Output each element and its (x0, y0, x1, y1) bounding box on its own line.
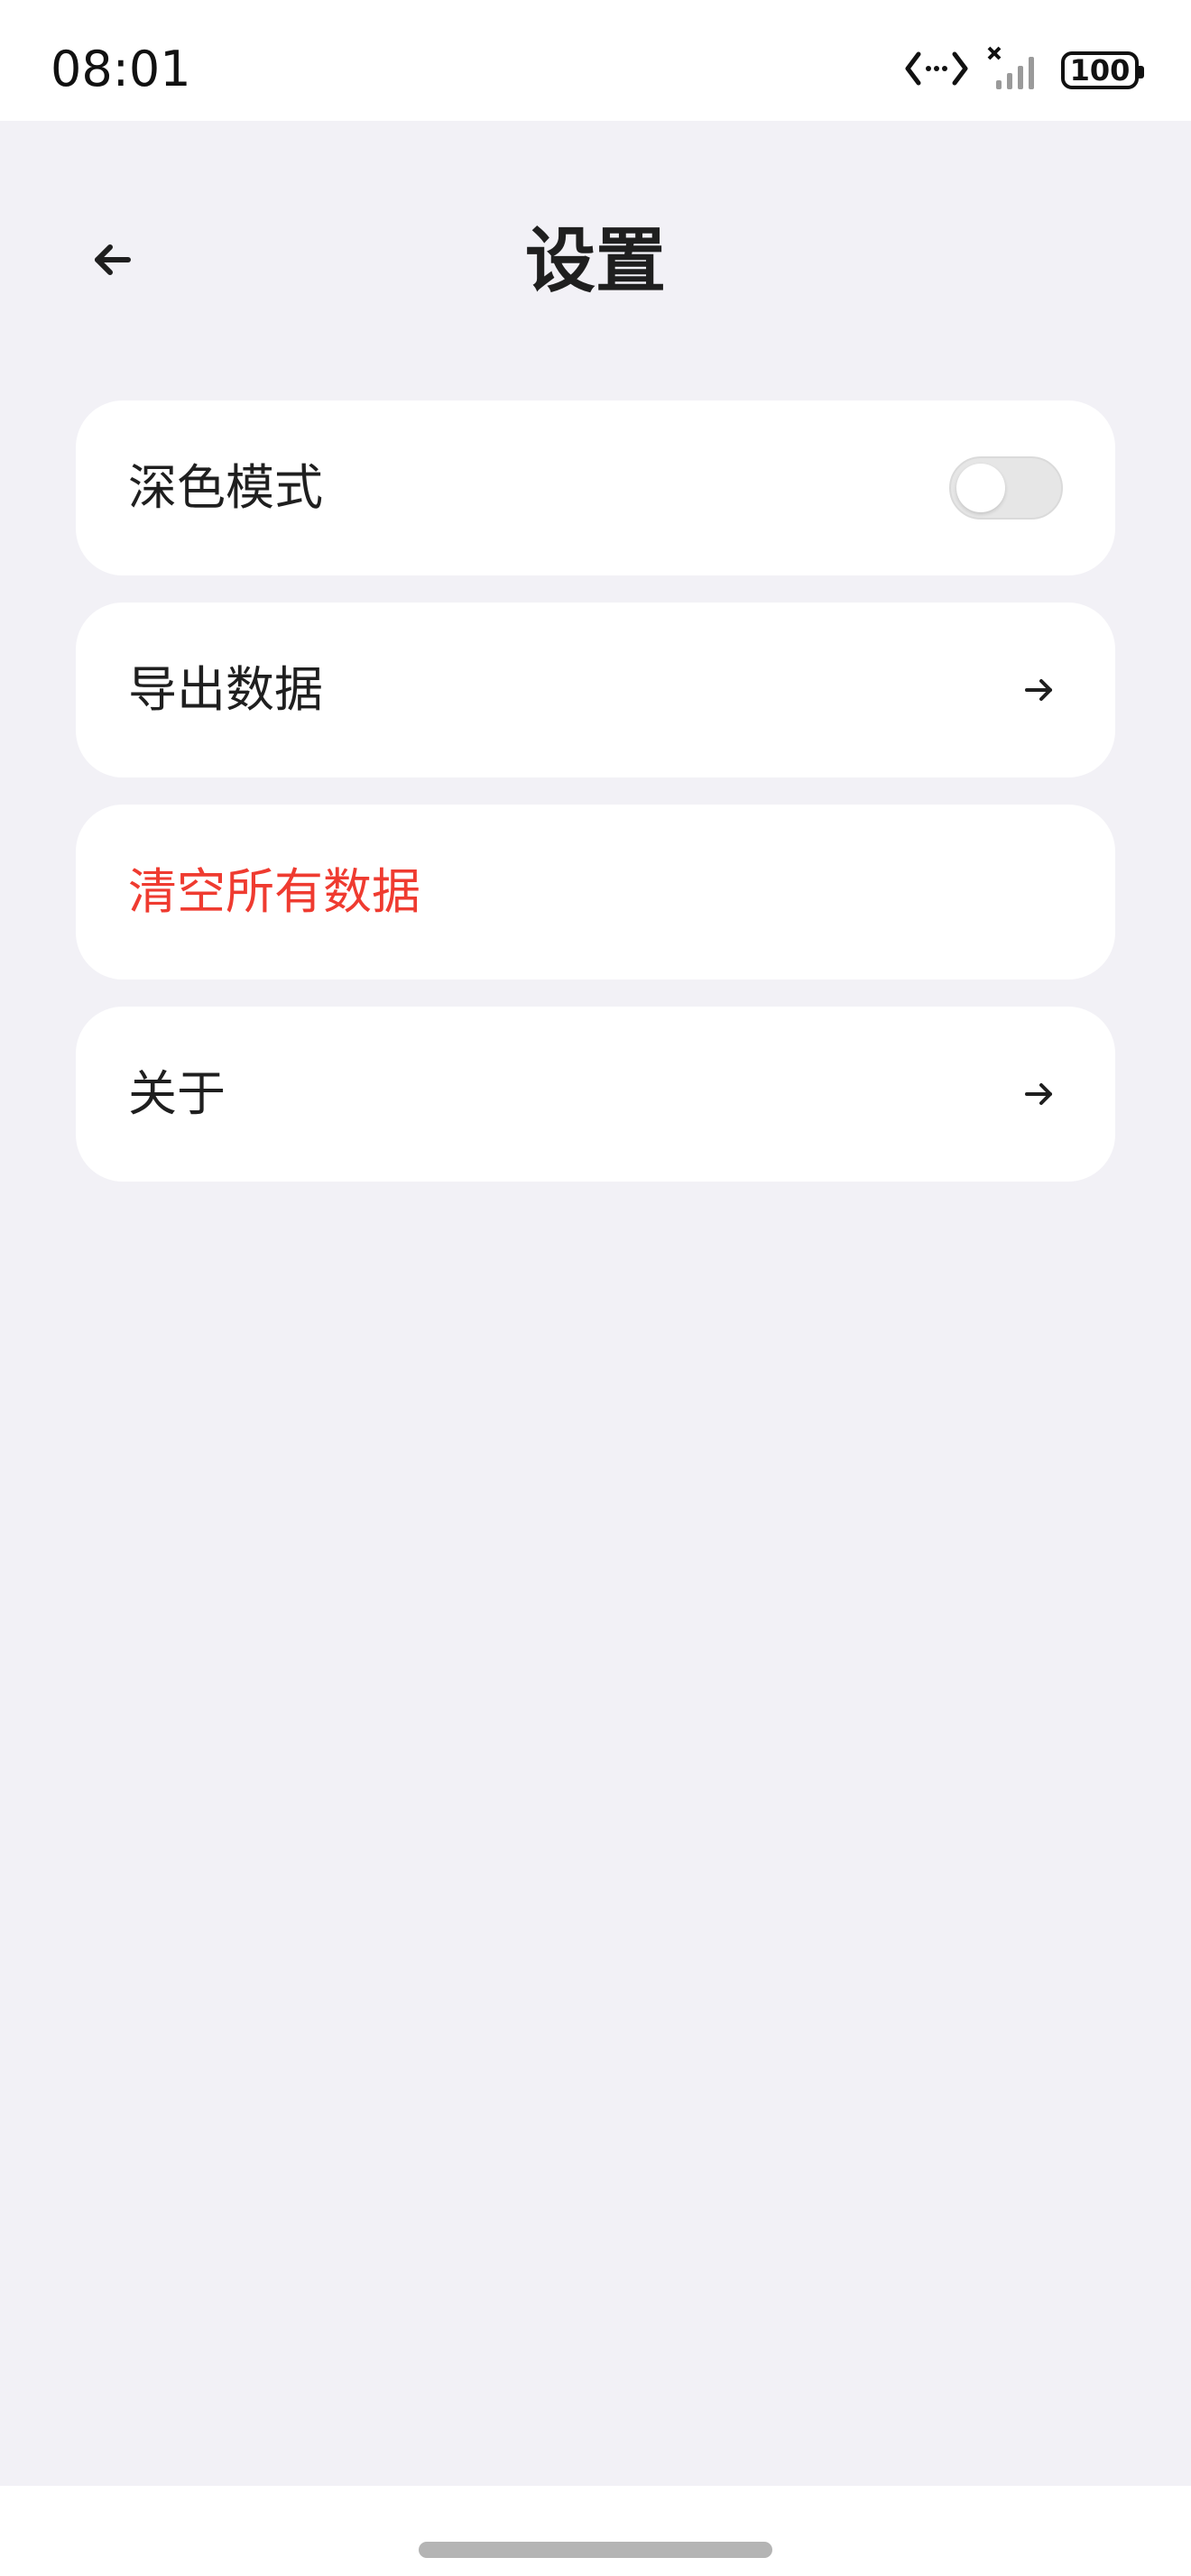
dark-mode-toggle[interactable] (949, 456, 1063, 520)
status-time: 08:01 (51, 41, 191, 97)
about-label: 关于 (128, 1065, 226, 1122)
battery-icon: 100 (1061, 51, 1144, 89)
page-title: 设置 (524, 221, 666, 302)
export-data-label: 导出数据 (128, 661, 323, 718)
data-transfer-icon (904, 47, 969, 94)
battery-level: 100 (1069, 53, 1131, 87)
arrow-right-icon (1021, 1076, 1057, 1112)
home-indicator[interactable] (419, 2542, 772, 2558)
header: 设置 (0, 180, 1191, 343)
dark-mode-row[interactable]: 深色模式 (76, 400, 1115, 575)
arrow-right-icon (1021, 672, 1057, 708)
navigation-bar (0, 2486, 1191, 2576)
status-bar: 08:01 100 (0, 0, 1191, 121)
about-row[interactable]: 关于 (76, 1007, 1115, 1182)
dark-mode-label: 深色模式 (128, 459, 323, 516)
clear-all-data-label: 清空所有数据 (128, 863, 420, 920)
clear-all-data-row[interactable]: 清空所有数据 (76, 805, 1115, 980)
status-icons: 100 (904, 43, 1144, 97)
settings-list: 深色模式 导出数据 清空所有数据 关于 (76, 400, 1115, 1209)
export-data-row[interactable]: 导出数据 (76, 603, 1115, 777)
toggle-knob (956, 464, 1005, 512)
no-signal-icon (987, 46, 1043, 95)
